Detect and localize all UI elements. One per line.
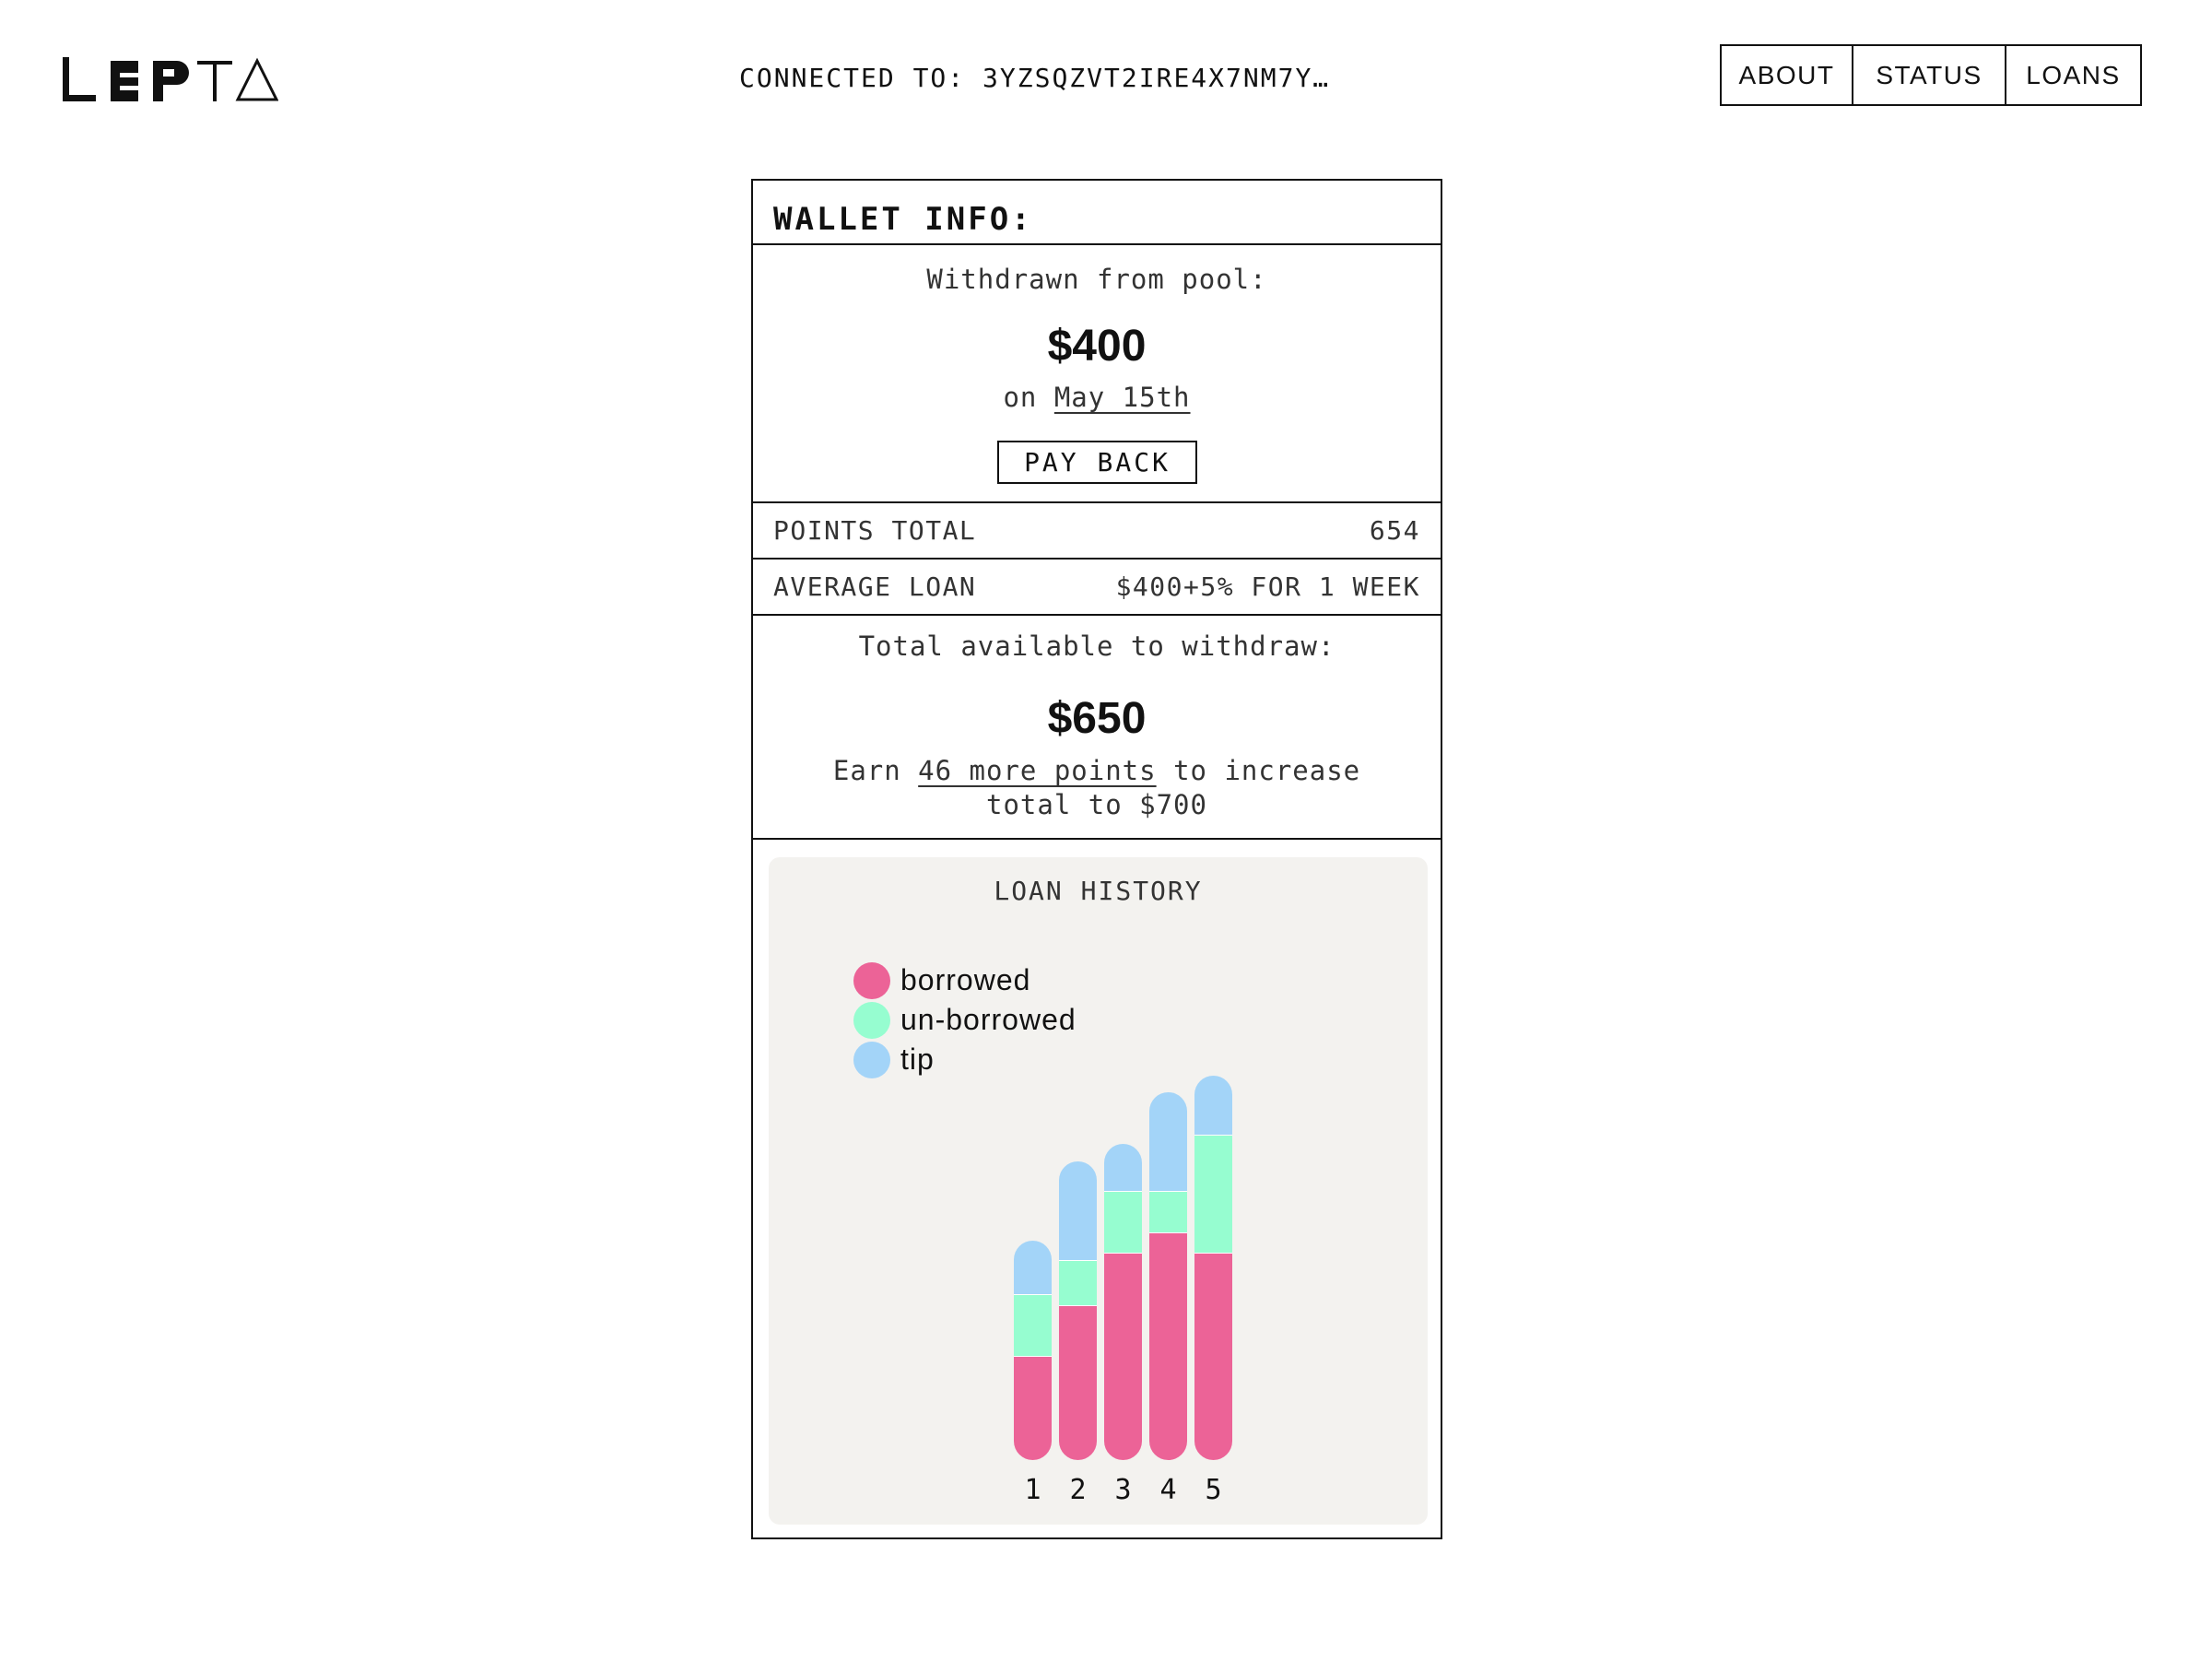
wallet-address[interactable]: 3YZSQZVT2IRE4X7NM7Y… — [982, 63, 1330, 93]
more-points-link[interactable]: 46 more points — [918, 755, 1156, 786]
average-loan-value: $400+5% FOR 1 WEEK — [1115, 571, 1420, 602]
bar-2-tip — [1059, 1161, 1097, 1260]
x-tick-label-1: 1 — [1024, 1474, 1041, 1506]
bar-4-borrowed — [1149, 1232, 1187, 1460]
nav-status[interactable]: STATUS — [1853, 46, 2006, 104]
average-loan-label: AVERAGE LOAN — [773, 571, 977, 602]
bar-4-un-borrowed — [1149, 1191, 1187, 1232]
available-label: Total available to withdraw: — [858, 630, 1335, 662]
points-total-row: POINTS TOTAL 654 — [753, 503, 1441, 560]
available-amount: $650 — [1047, 694, 1147, 743]
pay-back-button[interactable]: PAY BACK — [997, 441, 1197, 484]
bar-group-5 — [1194, 1076, 1232, 1460]
bar-5-tip — [1194, 1076, 1232, 1135]
lepta-logo[interactable] — [63, 57, 278, 101]
bar-5-un-borrowed — [1194, 1135, 1232, 1253]
bar-group-1 — [1014, 1241, 1052, 1460]
bar-1-borrowed — [1014, 1356, 1052, 1460]
available-section: Total available to withdraw: $650 Earn 4… — [753, 616, 1441, 840]
bar-2-un-borrowed — [1059, 1260, 1097, 1305]
points-total-value: 654 — [1369, 515, 1420, 546]
bar-3-borrowed — [1104, 1253, 1142, 1460]
x-tick-label-4: 4 — [1159, 1474, 1176, 1506]
top-nav: ABOUT STATUS LOANS — [1720, 44, 2142, 106]
bar-3-un-borrowed — [1104, 1191, 1142, 1253]
bar-group-2 — [1059, 1161, 1097, 1460]
earn-prefix: Earn — [832, 755, 901, 786]
bar-1-tip — [1014, 1241, 1052, 1294]
date-prefix: on — [1003, 382, 1038, 413]
nav-about[interactable]: ABOUT — [1722, 46, 1853, 104]
bar-group-4 — [1149, 1092, 1187, 1460]
withdrawn-amount: $400 — [1047, 322, 1147, 371]
average-loan-row: AVERAGE LOAN $400+5% FOR 1 WEEK — [753, 560, 1441, 616]
wallet-info-card: WALLET INFO: Withdrawn from pool: $400 o… — [751, 179, 1442, 1539]
bar-4-tip — [1149, 1092, 1187, 1191]
withdrawn-section: Withdrawn from pool: $400 on May 15th PA… — [753, 245, 1441, 503]
x-tick-label-3: 3 — [1114, 1474, 1131, 1506]
bar-1-un-borrowed — [1014, 1294, 1052, 1356]
withdrawn-label: Withdrawn from pool: — [926, 264, 1267, 295]
lepta-logo-mark — [63, 57, 278, 101]
connected-label: CONNECTED TO: — [739, 63, 966, 93]
loan-history-panel: LOAN HISTORY borrowed un-borrowed tip 12… — [769, 857, 1428, 1525]
wallet-info-title: WALLET INFO: — [753, 181, 1441, 245]
withdrawn-date-line: on May 15th — [753, 382, 1441, 413]
bar-5-borrowed — [1194, 1253, 1232, 1460]
x-tick-label-2: 2 — [1069, 1474, 1086, 1506]
points-total-label: POINTS TOTAL — [773, 515, 977, 546]
earn-more-text: Earn 46 more points to increase total to… — [790, 754, 1404, 822]
x-tick-label-5: 5 — [1205, 1474, 1221, 1506]
bar-group-3 — [1104, 1144, 1142, 1460]
bar-3-tip — [1104, 1144, 1142, 1191]
connection-status: CONNECTED TO: 3YZSQZVT2IRE4X7NM7Y… — [739, 63, 1330, 93]
nav-loans[interactable]: LOANS — [2006, 46, 2140, 104]
bar-2-borrowed — [1059, 1305, 1097, 1460]
loan-history-chart: 12345 — [1014, 1076, 1232, 1506]
withdrawn-date-link[interactable]: May 15th — [1054, 382, 1191, 413]
